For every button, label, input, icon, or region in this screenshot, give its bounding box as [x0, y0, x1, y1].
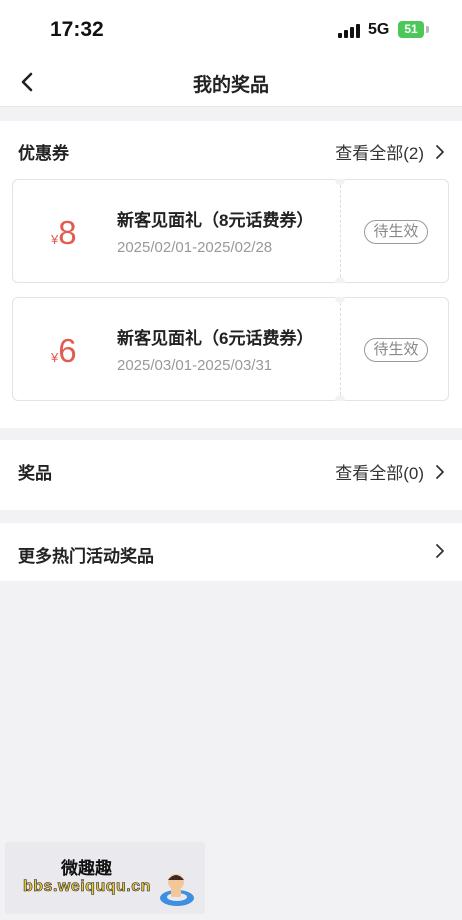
battery-cap	[426, 26, 429, 33]
coupon-divider	[340, 298, 341, 400]
more-prizes-row[interactable]: 更多热门活动奖品	[0, 523, 462, 581]
coupon-amount: ¥8	[51, 214, 77, 252]
coupon-status-badge: 待生效	[364, 220, 428, 244]
coupon-name: 新客见面礼（6元话费券）	[117, 329, 314, 348]
watermark-title: 微趣趣	[61, 859, 112, 878]
more-prizes-arrow	[434, 543, 446, 559]
chevron-right-icon	[436, 464, 444, 479]
coupon-value: 6	[58, 332, 77, 369]
coupons-title: 优惠券	[18, 144, 69, 163]
battery-level: 51	[404, 22, 418, 36]
battery-icon: 51	[398, 21, 424, 38]
coupon-amount: ¥6	[51, 332, 77, 370]
page-title: 我的奖品	[192, 75, 269, 96]
coupons-view-all-link[interactable]: 查看全部(2)	[335, 139, 446, 164]
watermark: 微趣趣 bbs.weiququ.cn	[5, 842, 205, 914]
prizes-section: 奖品 查看全部(0)	[0, 440, 462, 510]
nav-bar: 我的奖品	[0, 58, 462, 107]
coupon-value: 8	[58, 214, 77, 251]
coupon-notch	[335, 395, 345, 401]
prizes-title: 奖品	[18, 464, 52, 483]
coupon-notch	[335, 277, 345, 283]
status-bar: 17:32 5G 51	[0, 0, 462, 58]
coupons-view-all-label: 查看全部(2)	[335, 144, 424, 163]
coupon-status-badge: 待生效	[364, 338, 428, 362]
coupon-notch	[335, 179, 345, 185]
status-time: 17:32	[50, 18, 104, 41]
watermark-url: bbs.weiququ.cn	[23, 878, 151, 896]
network-type: 5G	[368, 21, 390, 38]
coupon-date-range: 2025/03/01-2025/03/31	[117, 357, 273, 374]
prizes-view-all-link[interactable]: 查看全部(0)	[335, 459, 446, 484]
signal-icon	[338, 24, 362, 38]
coupon-name: 新客见面礼（8元话费券）	[117, 211, 314, 230]
coupons-section: 优惠券 查看全部(2) ¥8 新客见面礼（8元话费券） 2025/02/01-2…	[0, 121, 462, 428]
more-prizes-title: 更多热门活动奖品	[18, 547, 154, 566]
chevron-right-icon	[436, 144, 444, 159]
coupon-card[interactable]: ¥6 新客见面礼（6元话费券） 2025/03/01-2025/03/31 待生…	[12, 297, 449, 401]
coupon-date-range: 2025/02/01-2025/02/28	[117, 239, 273, 256]
coupon-card[interactable]: ¥8 新客见面礼（8元话费券） 2025/02/01-2025/02/28 待生…	[12, 179, 449, 283]
coupon-divider	[340, 180, 341, 282]
prizes-view-all-label: 查看全部(0)	[335, 464, 424, 483]
coupon-notch	[335, 297, 345, 303]
mascot-icon	[160, 874, 194, 906]
chevron-right-icon	[436, 544, 444, 558]
